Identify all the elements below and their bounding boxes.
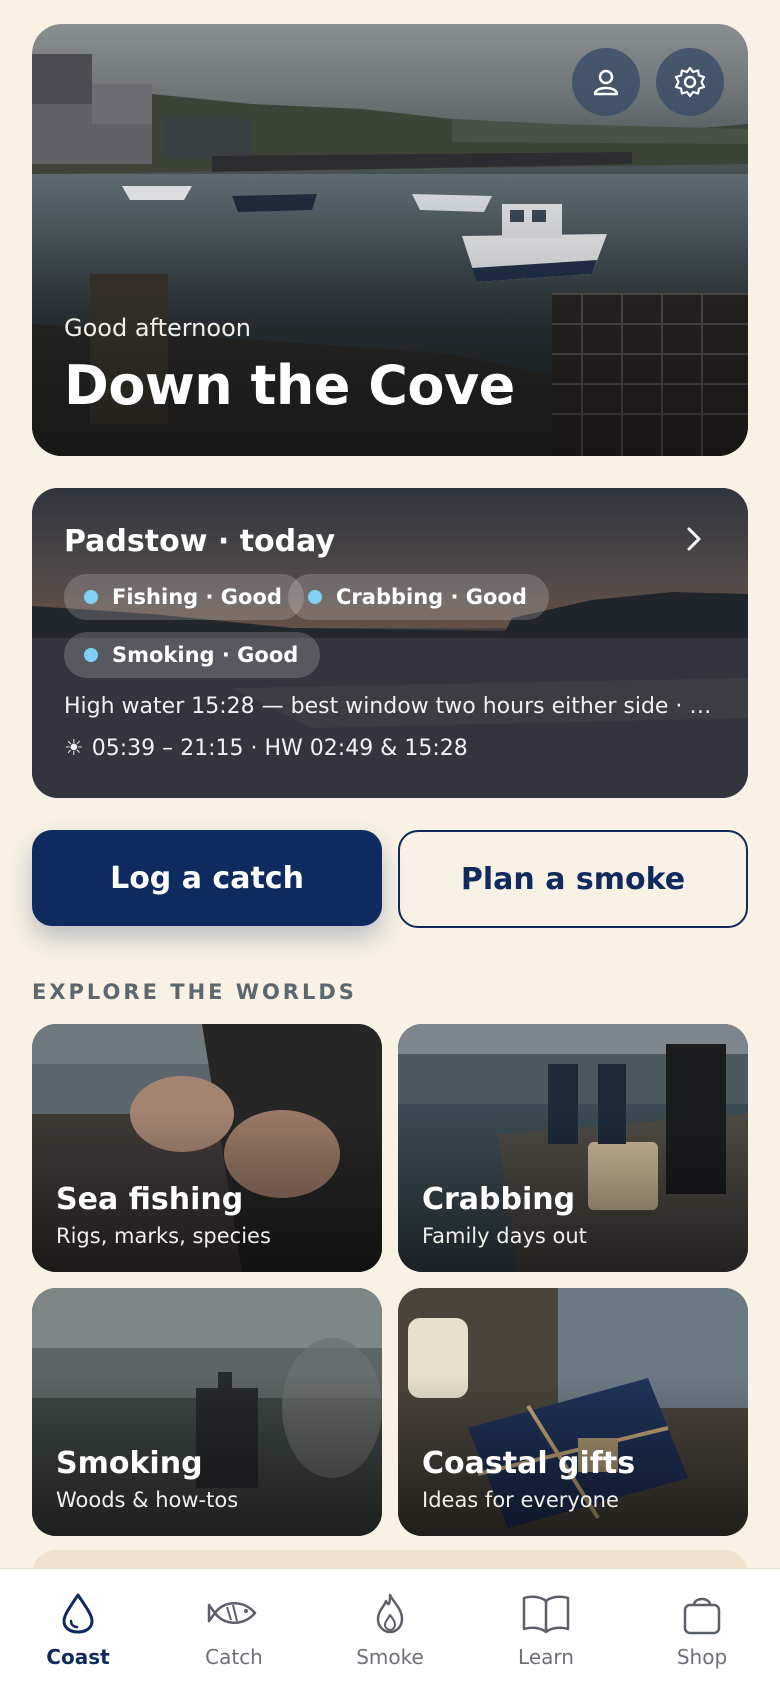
tile-title: Coastal gifts bbox=[422, 1446, 636, 1481]
settings-button[interactable] bbox=[656, 48, 724, 116]
nav-item-shop[interactable]: Shop bbox=[624, 1569, 780, 1688]
conditions-card[interactable]: Padstow · today Fishing · Good Crabbing … bbox=[32, 488, 748, 798]
greeting-text: Good afternoon bbox=[64, 314, 251, 342]
sun-tide-times: ☀ 05:39 – 21:15 · HW 02:49 & 15:28 bbox=[64, 736, 468, 761]
tile-coastal-gifts[interactable]: Coastal gifts Ideas for everyone bbox=[398, 1288, 748, 1536]
log-catch-button[interactable]: Log a catch bbox=[32, 830, 382, 926]
hero-banner: Good afternoon Down the Cove bbox=[32, 24, 748, 456]
tile-smoking[interactable]: Smoking Woods & how-tos bbox=[32, 1288, 382, 1536]
tile-title: Crabbing bbox=[422, 1182, 576, 1217]
nav-item-learn[interactable]: Learn bbox=[468, 1569, 624, 1688]
book-icon bbox=[522, 1595, 570, 1634]
profile-button[interactable] bbox=[572, 48, 640, 116]
conditions-title: Padstow · today bbox=[64, 524, 336, 559]
tile-subtitle: Rigs, marks, species bbox=[56, 1224, 271, 1248]
tile-subtitle: Woods & how-tos bbox=[56, 1488, 239, 1512]
fishing-status-chip: Fishing · Good bbox=[64, 574, 304, 620]
nav-label: Catch bbox=[205, 1645, 263, 1669]
nav-label: Coast bbox=[46, 1645, 110, 1669]
tile-crabbing[interactable]: Crabbing Family days out bbox=[398, 1024, 748, 1272]
flame-icon bbox=[376, 1593, 404, 1634]
page-title: Down the Cove bbox=[64, 354, 515, 417]
nav-label: Shop bbox=[676, 1645, 728, 1669]
smoking-status-chip: Smoking · Good bbox=[64, 632, 321, 678]
gear-icon bbox=[674, 66, 706, 98]
status-dot bbox=[308, 590, 322, 604]
bottom-navigation: Coast Catch Smoke Learn Shop bbox=[0, 1568, 780, 1688]
fish-icon bbox=[207, 1602, 257, 1624]
explore-heading: EXPLORE THE WORLDS bbox=[32, 980, 357, 1004]
tide-summary: High water 15:28 — best window two hours… bbox=[64, 694, 724, 719]
nav-label: Smoke bbox=[356, 1645, 424, 1669]
nav-item-smoke[interactable]: Smoke bbox=[312, 1569, 468, 1688]
nav-item-coast[interactable]: Coast bbox=[0, 1569, 156, 1688]
crabbing-status-chip: Crabbing · Good bbox=[288, 574, 549, 620]
nav-item-catch[interactable]: Catch bbox=[156, 1569, 312, 1688]
status-dot bbox=[84, 648, 98, 662]
status-dot bbox=[84, 590, 98, 604]
tile-subtitle: Ideas for everyone bbox=[422, 1488, 619, 1512]
bag-icon bbox=[683, 1597, 721, 1635]
plan-smoke-button[interactable]: Plan a smoke bbox=[398, 830, 748, 928]
home-screen: Good afternoon Down the Cove Padstow · t… bbox=[0, 0, 780, 1688]
chevron-right-icon[interactable] bbox=[684, 526, 704, 552]
tile-sea-fishing[interactable]: Sea fishing Rigs, marks, species bbox=[32, 1024, 382, 1272]
nav-label: Learn bbox=[518, 1645, 574, 1669]
sun-icon: ☀ bbox=[64, 736, 84, 761]
person-icon bbox=[593, 69, 619, 96]
water-drop-icon bbox=[62, 1593, 94, 1634]
tile-title: Sea fishing bbox=[56, 1182, 244, 1217]
tile-title: Smoking bbox=[56, 1446, 203, 1481]
tile-subtitle: Family days out bbox=[422, 1224, 587, 1248]
